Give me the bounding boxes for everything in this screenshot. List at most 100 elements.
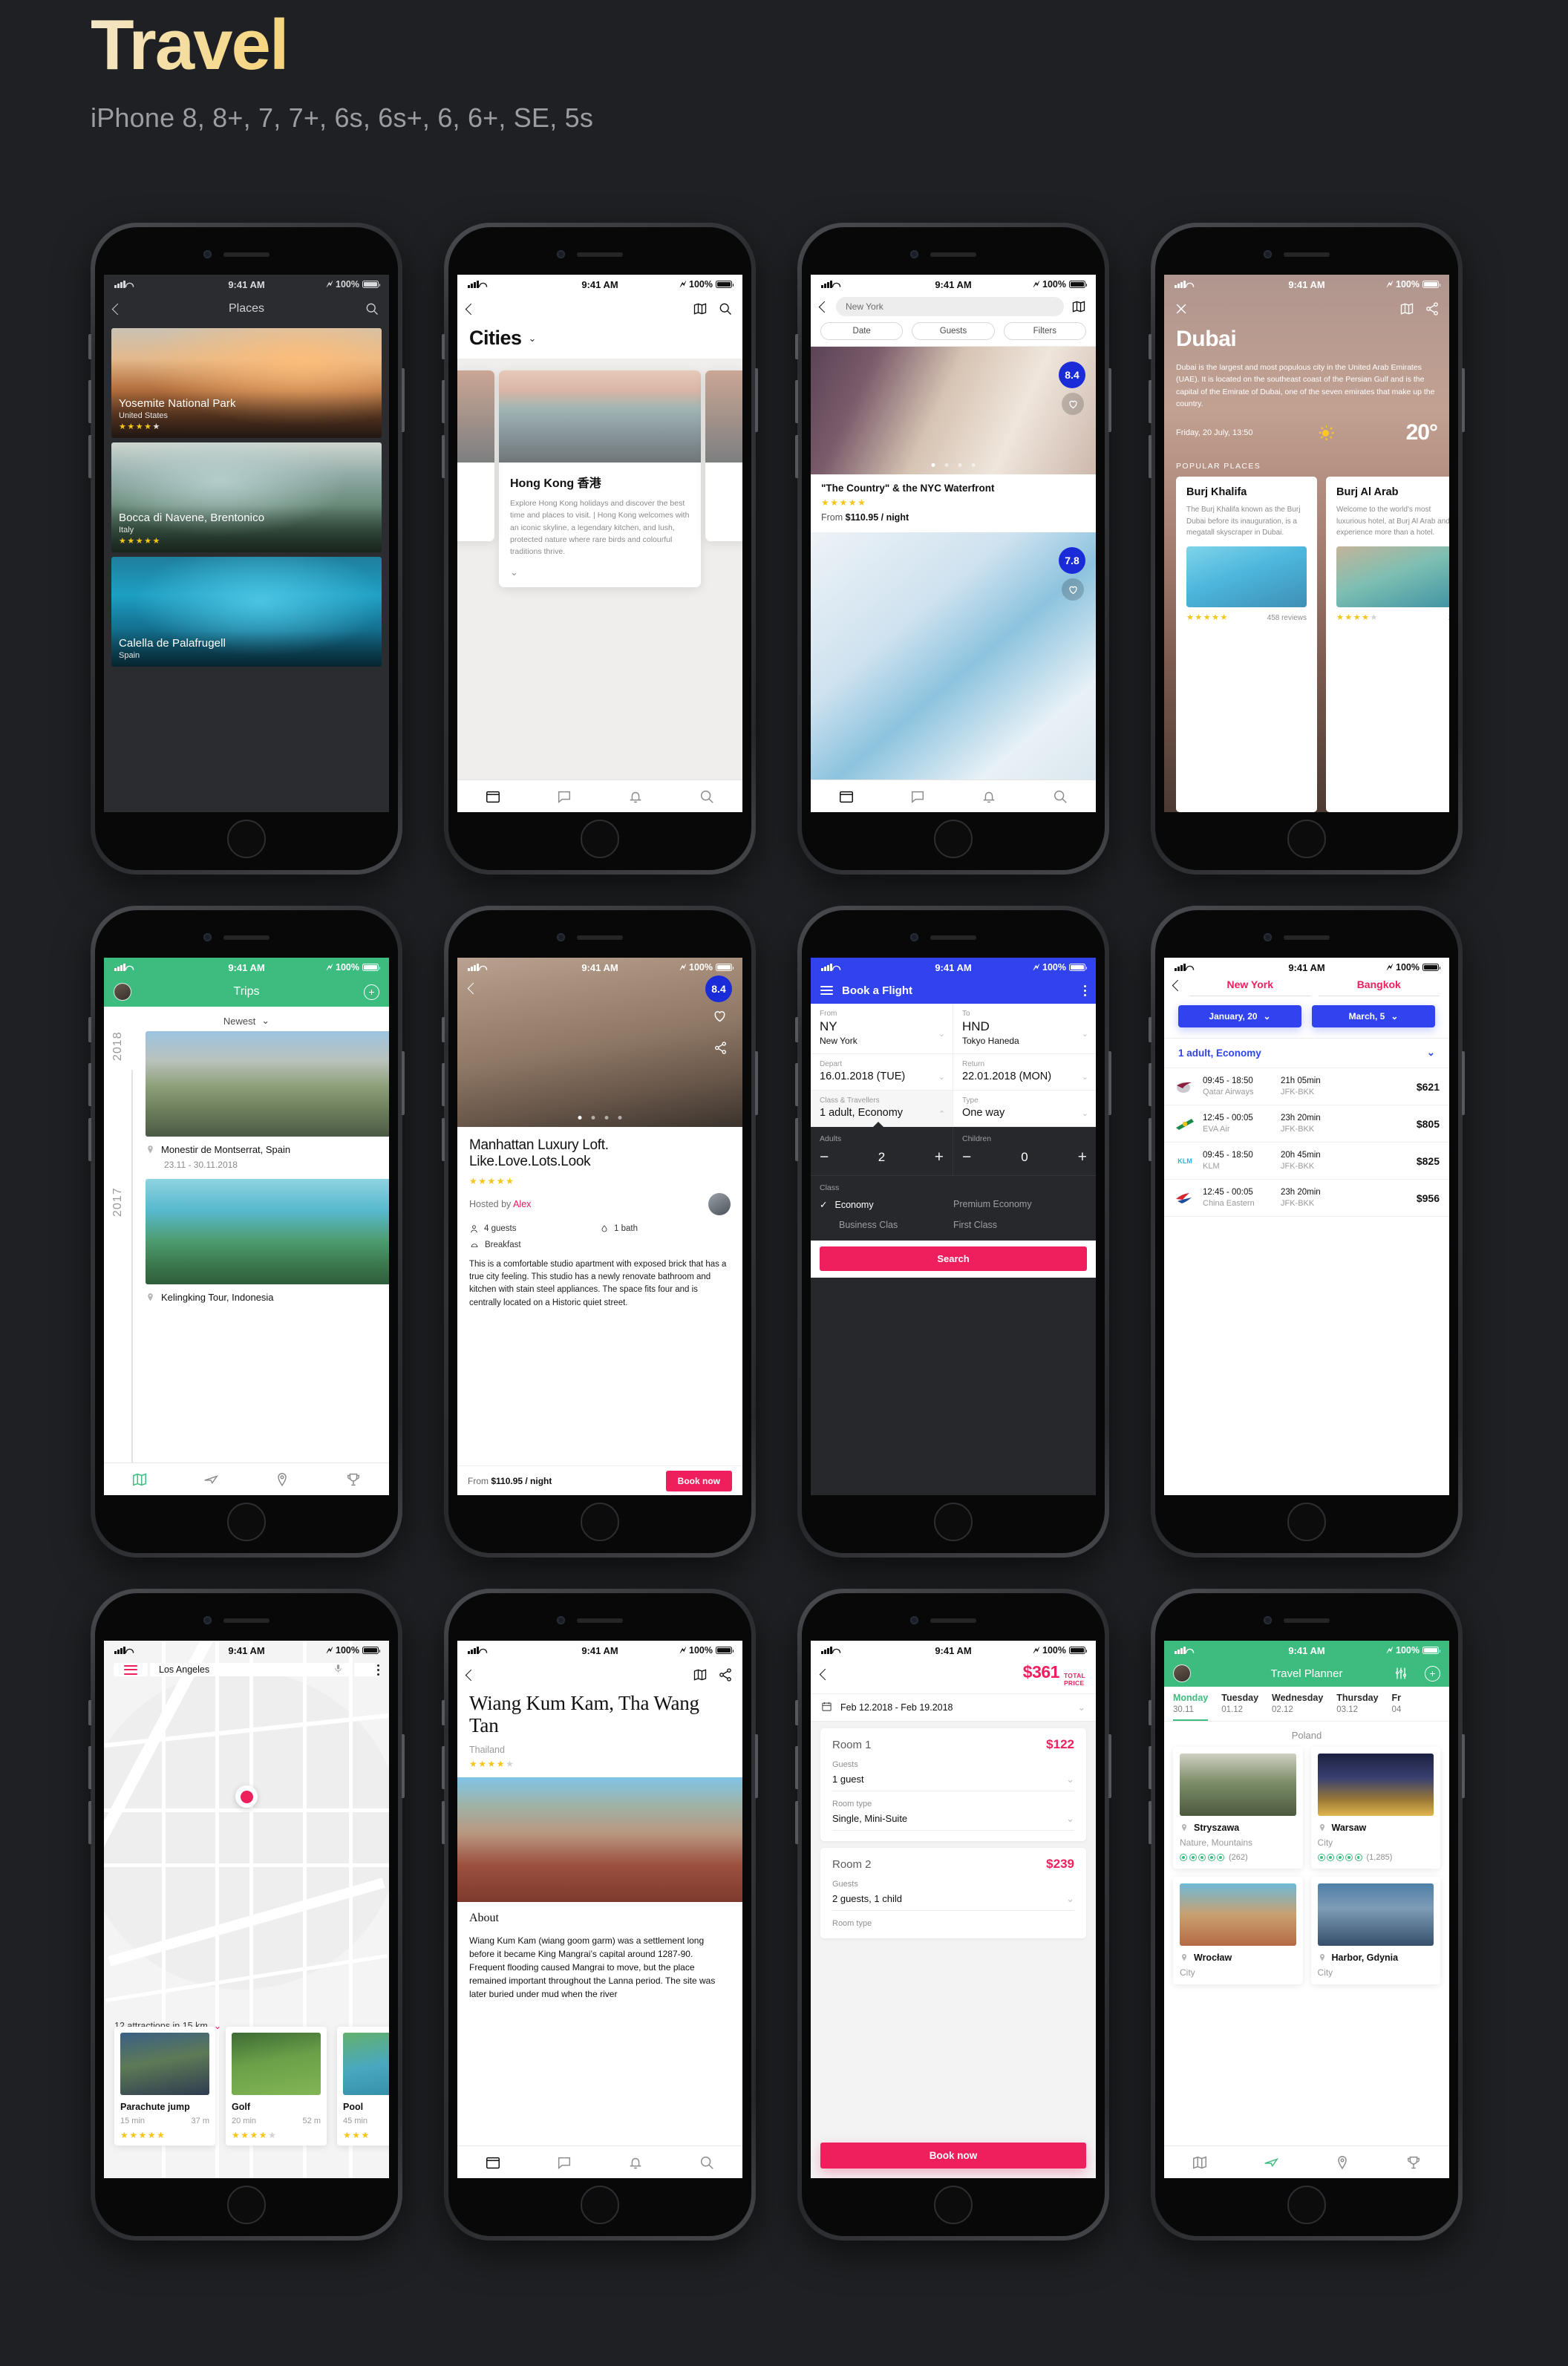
overflow-menu-button[interactable] [354,1663,379,1676]
room-card[interactable]: Room 2 $239 Guests 2 guests, 1 child ⌄ Roo… [820,1847,1086,1938]
map-icon[interactable] [131,1471,148,1488]
search-icon[interactable] [699,2154,715,2171]
guests-select[interactable]: 2 guests, 1 child ⌄ [832,1889,1074,1911]
chat-icon[interactable] [556,2154,572,2171]
date-range-selector[interactable]: Feb 12.2018 - Feb 19.2018 ⌄ [811,1693,1096,1722]
passenger-selector[interactable]: 1 adult, Economy ⌄ [1164,1039,1449,1068]
city-card-prev[interactable] [457,370,494,541]
day-tab-tuesday[interactable]: Tuesday 01.12 [1221,1687,1258,1721]
map-icon[interactable] [1192,2154,1208,2171]
plane-icon[interactable] [203,1471,219,1488]
home-button[interactable] [1287,2186,1326,2224]
field-return[interactable]: Return 22.01.2018 (MON) ⌄ [953,1054,1096,1091]
flight-row[interactable]: 12:45 - 00:05 China Eastern 23h 20min JFK-… [1164,1180,1449,1217]
search-input[interactable]: New York [836,297,1064,316]
place-card[interactable]: Bocca di Navene, Brentonico Italy ★ ★ ★ ★ ★ [111,442,382,552]
trip-item[interactable]: Kelingking Tour, Indonesia [146,1179,389,1313]
plane-icon[interactable] [1263,2154,1279,2171]
map-icon[interactable] [1399,301,1414,316]
day-tab-wednesday[interactable]: Wednesday 02.12 [1272,1687,1323,1721]
home-button[interactable] [227,2186,266,2224]
add-trip-button[interactable]: + [364,984,379,1000]
popular-place-card[interactable]: Burj Al Arab Welcome to the world's most… [1326,477,1449,812]
day-tabs[interactable]: Monday 30.11 Tuesday 01.12 Wednesday 02.12 … [1164,1687,1449,1722]
destination-field[interactable]: Bangkok [1318,978,1440,996]
microphone-icon[interactable] [333,1663,343,1676]
search-icon[interactable] [365,301,379,316]
back-icon[interactable] [465,1669,477,1681]
hotel-photo[interactable]: 7.8 [811,532,1096,780]
menu-icon[interactable] [820,986,833,995]
map-icon[interactable] [1071,299,1086,314]
attraction-card[interactable]: Parachute jump 15 min 37 m ★ ★ ★ ★ ★ [114,2027,215,2146]
return-date-button[interactable]: March, 5 ⌄ [1312,1005,1435,1027]
pin-icon[interactable] [1334,2154,1350,2171]
sort-selector[interactable]: Newest ⌄ [104,1007,389,1031]
back-icon[interactable] [819,1668,832,1681]
back-icon[interactable] [1172,979,1184,992]
chat-icon[interactable] [556,788,572,805]
avatar[interactable] [114,983,131,1001]
room-card[interactable]: Room 1 $122 Guests 1 guest ⌄ Room type Sin… [820,1728,1086,1841]
search-icon[interactable] [699,788,715,805]
popular-places-carousel[interactable]: Burj Khalifa The Burj Khalifa known as t… [1164,471,1449,812]
overflow-menu-icon[interactable] [1084,984,1086,996]
field-to[interactable]: To HND Tokyo Haneda ⌄ [953,1004,1096,1054]
adults-stepper[interactable]: Adults − 2 + [811,1127,953,1175]
share-icon[interactable] [718,1667,733,1682]
home-button[interactable] [581,1503,619,1541]
book-now-button[interactable]: Book now [665,1470,732,1491]
home-button[interactable] [227,820,266,858]
day-tab-monday[interactable]: Monday 30.11 [1173,1687,1209,1721]
trip-item[interactable]: Monestir de Montserrat, Spain 23.11 - 30… [146,1031,389,1179]
avatar[interactable] [1173,1664,1191,1682]
share-icon[interactable] [713,1041,728,1059]
favorite-heart-icon[interactable] [1062,578,1084,601]
origin-field[interactable]: New York [1189,978,1311,996]
browser-icon[interactable] [485,2154,501,2171]
place-card[interactable]: Calella de Palafrugell Spain [111,557,382,667]
location-marker[interactable] [235,1785,258,1808]
field-type[interactable]: Type One way ⌄ [953,1091,1096,1127]
back-icon[interactable] [467,982,480,995]
popular-place-card[interactable]: Burj Khalifa The Burj Khalifa known as t… [1176,477,1317,812]
class-option-economy[interactable]: ✓ Economy [820,1199,953,1211]
children-stepper[interactable]: Children − 0 + [953,1127,1096,1175]
expand-chevron-icon[interactable]: ⌄ [510,566,690,578]
increment-adults-button[interactable]: + [935,1148,944,1166]
carousel-dots[interactable] [578,1116,622,1120]
chip-guests[interactable]: Guests [912,322,995,340]
home-button[interactable] [934,2186,973,2224]
chevron-down-icon[interactable]: ⌄ [529,333,537,344]
host-avatar[interactable] [708,1192,731,1215]
host-name[interactable]: Alex [513,1199,531,1209]
attraction-card[interactable]: Golf 20 min 52 m ★ ★ ★ ★ ★ [226,2027,327,2146]
increment-children-button[interactable]: + [1078,1148,1087,1166]
home-button[interactable] [581,820,619,858]
field-depart[interactable]: Depart 16.01.2018 (TUE) ⌄ [811,1054,953,1091]
planner-card[interactable]: Warsaw City (1,285) [1310,1747,1440,1869]
trophy-icon[interactable] [345,1471,362,1488]
decrement-children-button[interactable]: − [962,1148,971,1166]
menu-button[interactable] [114,1663,148,1676]
trophy-icon[interactable] [1405,2154,1422,2171]
back-icon[interactable] [111,303,124,315]
browser-icon[interactable] [485,788,501,805]
search-button[interactable]: Search [820,1246,1087,1271]
decrement-adults-button[interactable]: − [820,1148,829,1166]
favorite-heart-icon[interactable] [712,1008,728,1027]
back-icon[interactable] [818,301,831,313]
flight-row[interactable]: KLM 09:45 - 18:50 KLM 20h 45min JFK-BKK $8… [1164,1143,1449,1180]
class-option-first[interactable]: First Class [953,1220,1087,1230]
attraction-carousel[interactable]: Parachute jump 15 min 37 m ★ ★ ★ ★ ★ Golf 20 … [114,2027,389,2146]
listing-photo[interactable]: 9:41 AM 100% 8.4 [457,958,742,1127]
city-card-next[interactable] [705,370,742,541]
chat-icon[interactable] [909,788,926,805]
close-icon[interactable] [1174,301,1189,316]
day-tab-friday[interactable]: Fr 04 [1392,1687,1402,1721]
home-button[interactable] [1287,1503,1326,1541]
search-icon[interactable] [1052,788,1068,805]
filter-icon[interactable] [1394,1666,1408,1681]
carousel-dots[interactable] [931,463,976,467]
favorite-heart-icon[interactable] [1062,393,1084,415]
